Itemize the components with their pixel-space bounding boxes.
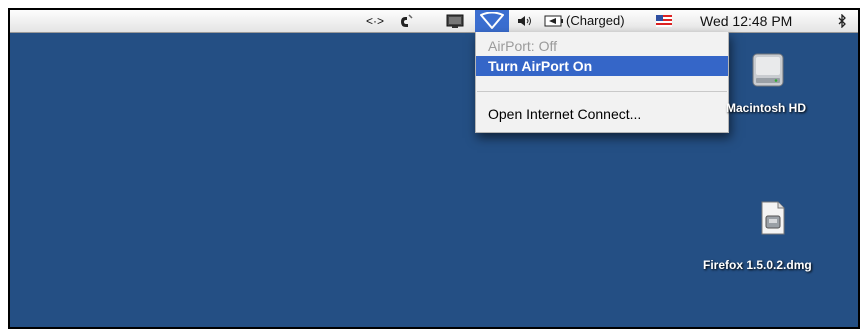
bluetooth-icon[interactable] (833, 10, 851, 32)
sync-menu-extra-icon[interactable]: <·> (362, 10, 388, 32)
battery-status[interactable]: (Charged) (566, 10, 644, 32)
airport-dropdown-menu: AirPort: Off Turn AirPort On Open Intern… (475, 32, 729, 133)
turn-airport-on-item[interactable]: Turn AirPort On (476, 56, 728, 76)
desktop: <·> (Charged) Wed 12:48 PM AirPort: Off … (10, 10, 858, 327)
menu-bar: <·> (Charged) Wed 12:48 PM (10, 10, 858, 33)
us-flag-icon[interactable] (653, 10, 675, 32)
battery-icon[interactable] (542, 10, 566, 32)
airport-menu-extra[interactable] (475, 10, 509, 32)
display-icon[interactable] (443, 10, 467, 32)
menu-clock[interactable]: Wed 12:48 PM (700, 10, 820, 32)
airport-icon (480, 12, 504, 29)
desktop-icon-label: Firefox 1.5.0.2.dmg (703, 258, 812, 272)
volume-icon[interactable] (514, 10, 536, 32)
disk-image-icon (761, 201, 785, 235)
airport-status-item: AirPort: Off (488, 38, 557, 54)
open-internet-connect-item[interactable]: Open Internet Connect... (476, 104, 728, 124)
screen-frame: <·> (Charged) Wed 12:48 PM AirPort: Off … (8, 8, 860, 329)
desktop-icon-label: Macintosh HD (726, 101, 807, 115)
phone-icon[interactable] (394, 10, 418, 32)
hard-drive-icon (752, 53, 784, 87)
menu-separator (477, 91, 727, 92)
